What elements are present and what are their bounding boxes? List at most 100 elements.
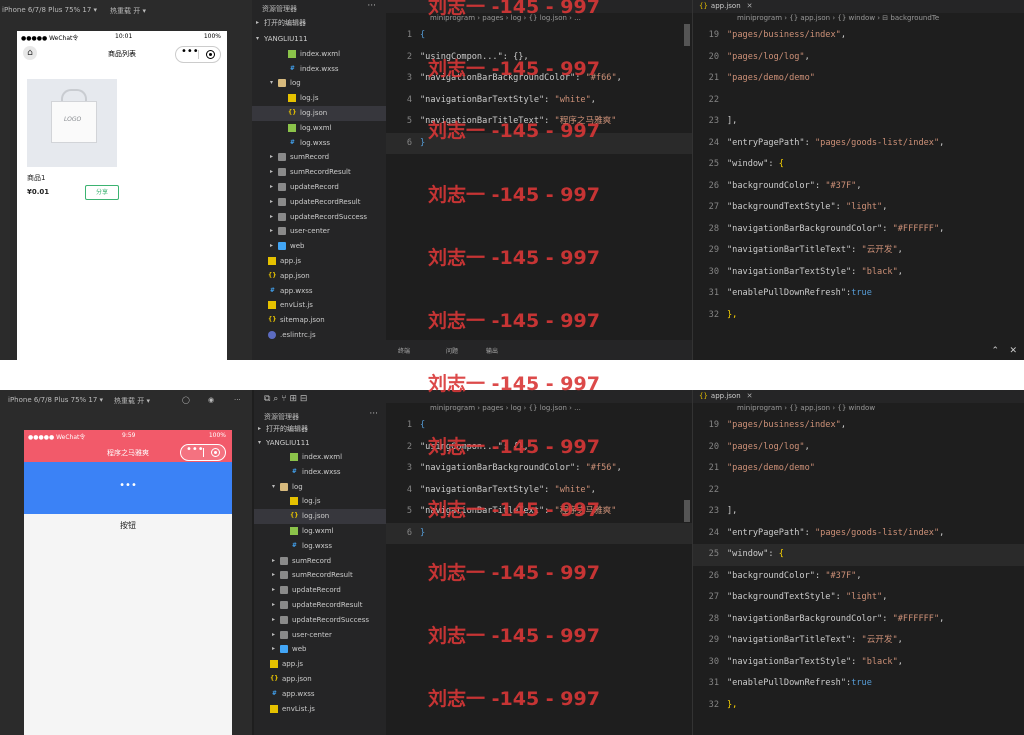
more-icon[interactable]: ··· [234, 396, 241, 404]
section-open-editors[interactable]: ▸ 打开的编辑器 [252, 16, 386, 32]
tab-problems[interactable]: 问题 [446, 346, 458, 355]
tree-item[interactable]: index.wxml [252, 47, 386, 62]
more-icon[interactable]: ••• [181, 46, 199, 57]
code-line[interactable]: 29 "navigationBarTitleText": "云开发", [693, 630, 1024, 652]
tree-item[interactable]: ▸ sumRecord [254, 554, 388, 569]
more-icon[interactable]: ••• [186, 444, 204, 455]
close-icon[interactable]: ✕ [1009, 346, 1017, 356]
code-line[interactable]: 21 "pages/demo/demo" [693, 458, 1024, 480]
tree-item[interactable]: ▸ user-center [252, 224, 386, 239]
section-project[interactable]: ▾ YANGLIU111 [254, 436, 388, 450]
code-line[interactable]: 31 "enablePullDownRefresh":true [693, 283, 1024, 305]
share-button[interactable]: 分享 [85, 185, 119, 200]
code-line[interactable]: 31 "enablePullDownRefresh":true [693, 673, 1024, 695]
blue-button-block[interactable]: ••• [24, 462, 232, 514]
code-area[interactable]: 19 "pages/business/index", 20 "pages/log/… [693, 25, 1024, 326]
tree-item[interactable]: index.wxml [254, 450, 388, 465]
code-line[interactable]: 32 }, [693, 695, 1024, 717]
tree-item[interactable]: ▸ web [254, 642, 388, 657]
tree-item[interactable]: ▸ sumRecord [252, 150, 386, 165]
scrollbar-thumb[interactable] [684, 500, 690, 522]
tree-item[interactable]: {} log.json [254, 509, 388, 524]
tree-item[interactable]: ▸ updateRecord [254, 583, 388, 598]
code-line[interactable]: 30 "navigationBarTextStyle": "black", [693, 652, 1024, 674]
tree-item[interactable]: ▸ web [252, 239, 386, 254]
tree-item[interactable]: ▸ user-center [254, 628, 388, 643]
code-line[interactable]: 6} [386, 522, 692, 544]
code-line[interactable]: 27 "backgroundTextStyle": "light", [693, 197, 1024, 219]
tree-item[interactable]: # index.wxss [252, 62, 386, 77]
code-line[interactable]: 24 "entryPagePath": "pages/goods-list/in… [693, 523, 1024, 545]
code-line[interactable]: 3 "navigationBarBackgroundColor": "#f56"… [386, 458, 692, 480]
code-line[interactable]: 20 "pages/log/log", [693, 437, 1024, 459]
tree-item[interactable]: ▾ log [254, 480, 388, 495]
code-line[interactable]: 1{ [386, 25, 692, 47]
code-line[interactable]: 28 "navigationBarBackgroundColor": "#FFF… [693, 219, 1024, 241]
code-line[interactable]: 21 "pages/demo/demo" [693, 68, 1024, 90]
tree-item[interactable]: # log.wxss [254, 539, 388, 554]
code-line[interactable]: 26 "backgroundColor": "#37F", [693, 176, 1024, 198]
code-line[interactable]: 27 "backgroundTextStyle": "light", [693, 587, 1024, 609]
tree-item[interactable]: ▸ updateRecordResult [254, 598, 388, 613]
tree-item[interactable]: app.js [254, 657, 388, 672]
tree-item[interactable]: ▸ sumRecordResult [254, 568, 388, 583]
tree-item[interactable]: envList.js [252, 298, 386, 313]
code-line[interactable]: 26 "backgroundColor": "#37F", [693, 566, 1024, 588]
code-line[interactable]: 22 [693, 90, 1024, 112]
tree-item[interactable]: ▸ sumRecordResult [252, 165, 386, 180]
target-icon[interactable]: ◉ [208, 396, 214, 404]
breadcrumb-path[interactable]: miniprogram › pages › log › {} log.json … [430, 404, 581, 412]
tree-item[interactable]: {} sitemap.json [252, 313, 386, 328]
code-line[interactable]: 23 ], [693, 111, 1024, 133]
section-project[interactable]: ▾ YANGLIU111 [252, 32, 386, 47]
scrollbar-thumb[interactable] [684, 24, 690, 46]
code-line[interactable]: 24 "entryPagePath": "pages/goods-list/in… [693, 133, 1024, 155]
tree-item[interactable]: app.js [252, 254, 386, 269]
code-line[interactable]: 28 "navigationBarBackgroundColor": "#FFF… [693, 609, 1024, 631]
tree-item[interactable]: ▸ updateRecord [252, 180, 386, 195]
tab-app-json[interactable]: {} app.json ✕ [699, 392, 753, 400]
tree-item[interactable]: # app.wxss [252, 284, 386, 299]
code-line[interactable]: 25 "window": { [693, 544, 1024, 566]
close-icon[interactable]: ✕ [747, 2, 753, 10]
tree-item[interactable]: ▾ log [252, 76, 386, 91]
more-icon[interactable]: ··· [369, 409, 378, 419]
close-icon[interactable]: ✕ [747, 392, 753, 400]
code-line[interactable]: 20 "pages/log/log", [693, 47, 1024, 69]
tree-item[interactable]: {} app.json [252, 269, 386, 284]
capsule-menu[interactable]: ••• [180, 444, 226, 461]
tree-item[interactable]: ▸ updateRecordResult [252, 195, 386, 210]
tree-item[interactable]: # app.wxss [254, 687, 388, 702]
tab-app-json[interactable]: {} app.json ✕ [699, 2, 753, 10]
device-select[interactable]: iPhone 6/7/8 Plus 75% 17 ▾ [8, 396, 103, 404]
chevron-up-icon[interactable]: ⌃ [991, 346, 999, 356]
tree-item[interactable]: ▸ updateRecordSuccess [254, 613, 388, 628]
code-line[interactable]: 4 "navigationBarTextStyle": "white", [386, 90, 692, 112]
code-line[interactable]: 25 "window": { [693, 154, 1024, 176]
tree-item[interactable]: {} app.json [254, 672, 388, 687]
code-line[interactable]: 29 "navigationBarTitleText": "云开发", [693, 240, 1024, 262]
more-icon[interactable]: ··· [367, 1, 376, 11]
code-area[interactable]: 19 "pages/business/index", 20 "pages/log/… [693, 415, 1024, 716]
tree-item[interactable]: log.js [252, 91, 386, 106]
hot-reload-toggle[interactable]: 热重载 开 ▾ [114, 396, 150, 406]
code-line[interactable]: 30 "navigationBarTextStyle": "black", [693, 262, 1024, 284]
tree-item[interactable]: # index.wxss [254, 465, 388, 480]
code-line[interactable]: 19 "pages/business/index", [693, 25, 1024, 47]
tree-item[interactable]: {} log.json [252, 105, 386, 121]
tree-item[interactable]: envList.js [254, 702, 388, 717]
tree-item[interactable]: # log.wxss [252, 136, 386, 151]
tree-item[interactable]: ▸ updateRecordSuccess [252, 210, 386, 225]
capsule-menu[interactable]: ••• [175, 46, 221, 63]
record-icon[interactable]: ◯ [182, 396, 190, 404]
code-line[interactable]: 22 [693, 480, 1024, 502]
tree-item[interactable]: log.wxml [254, 524, 388, 539]
toolbar-icons[interactable]: ⧉ ⌕ ⑂ ⊞ ⊟ [264, 394, 307, 404]
product-image[interactable]: LOGO [27, 79, 117, 167]
tab-output[interactable]: 输出 [486, 346, 498, 355]
breadcrumb-path[interactable]: miniprogram › {} app.json › {} window [737, 404, 875, 412]
button-label[interactable]: 按钮 [24, 520, 232, 531]
tree-item[interactable]: log.js [254, 494, 388, 509]
code-line[interactable]: 32 }, [693, 305, 1024, 327]
device-select[interactable]: iPhone 6/7/8 Plus 75% 17 ▾ [2, 6, 97, 14]
